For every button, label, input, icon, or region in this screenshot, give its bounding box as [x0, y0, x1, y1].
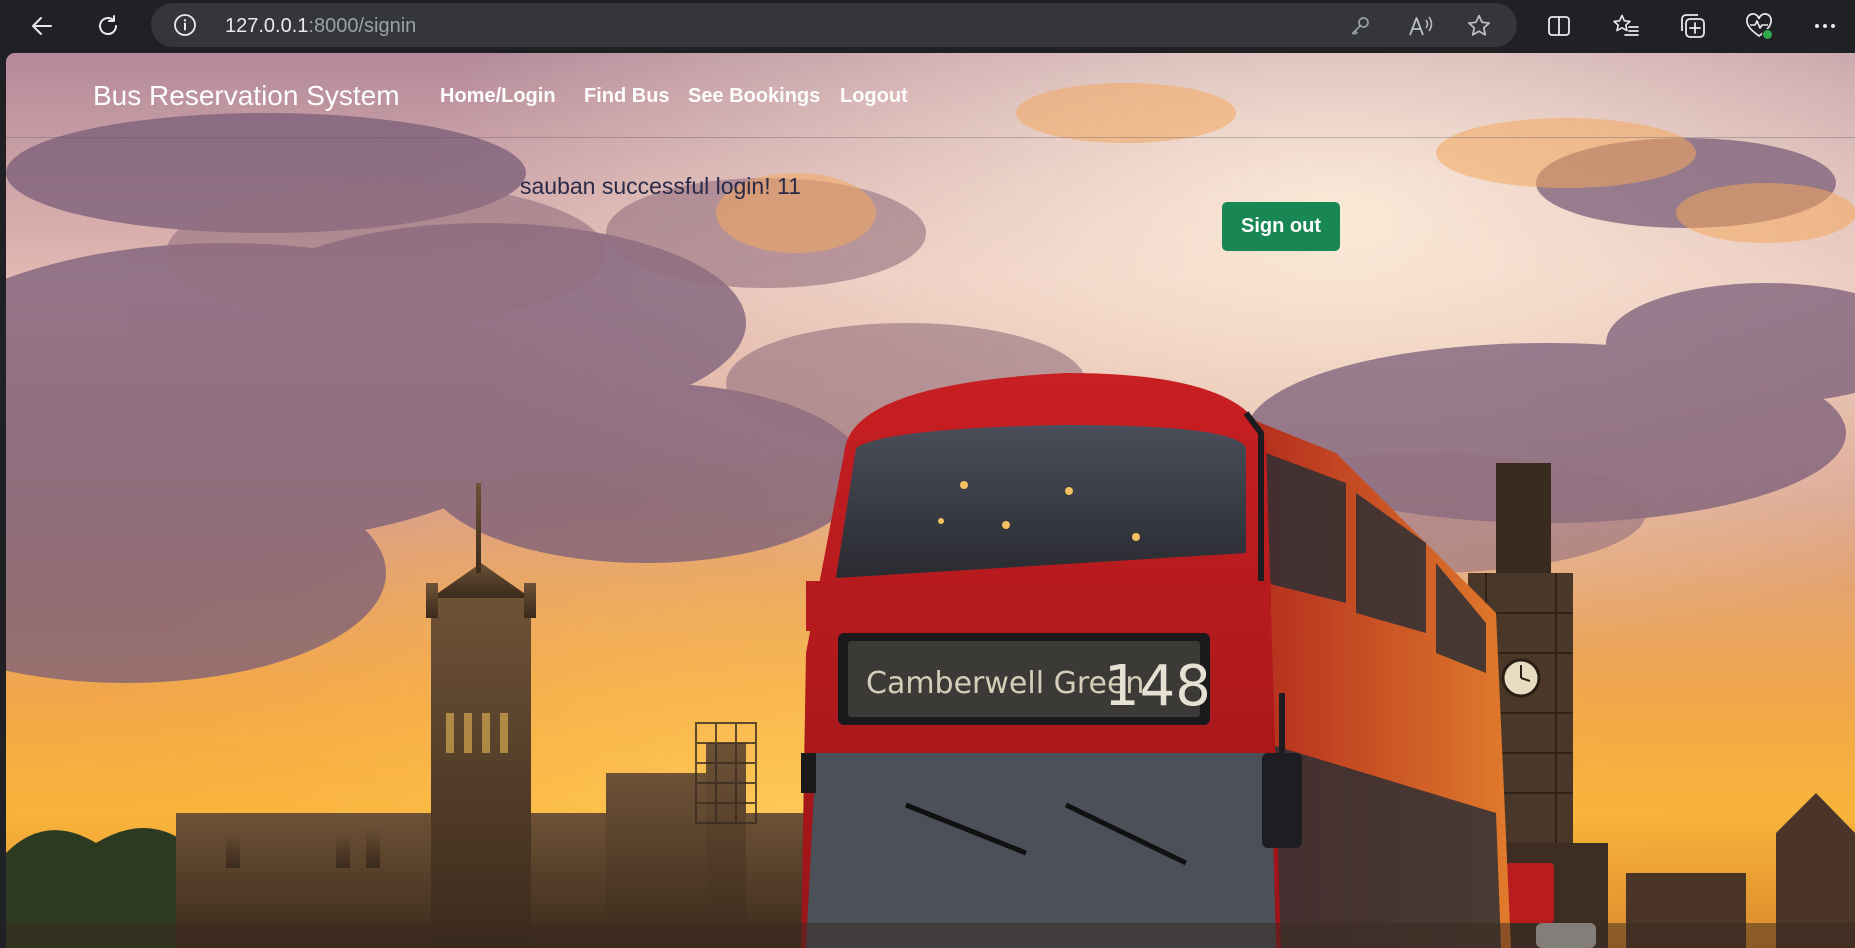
welcome-message: sauban successful login! 11: [520, 173, 801, 199]
url-path: :8000/signin: [308, 15, 417, 37]
refresh-icon: [99, 15, 117, 35]
more-icon: [1815, 24, 1835, 28]
page-viewport: Camberwell Green 148 Bus Reservation Sys…: [6, 53, 1855, 948]
favorites-button[interactable]: [1608, 8, 1644, 44]
nav-link-find-bus[interactable]: Find Bus: [584, 85, 670, 108]
nav-link-see-bookings[interactable]: See Bookings: [688, 85, 820, 108]
address-bar[interactable]: 127.0.0.1:8000/signin: [151, 3, 1517, 47]
status-dot: [1762, 29, 1773, 40]
site-info-button[interactable]: [173, 13, 197, 37]
password-button[interactable]: [1346, 12, 1374, 40]
favorite-button[interactable]: [1465, 12, 1493, 40]
brand-title[interactable]: Bus Reservation System: [93, 80, 400, 112]
more-button[interactable]: [1807, 8, 1843, 44]
url-host: 127.0.0.1: [225, 15, 309, 37]
read-aloud-icon: [1409, 16, 1433, 36]
url-text[interactable]: 127.0.0.1:8000/signin: [225, 15, 416, 38]
info-icon: [174, 14, 196, 36]
favorites-icon: [1613, 14, 1639, 36]
back-button[interactable]: [24, 8, 60, 44]
refresh-button[interactable]: [90, 8, 126, 44]
sign-out-button[interactable]: Sign out: [1222, 202, 1340, 251]
bus-destination: Camberwell Green: [866, 666, 1144, 701]
browser-essentials-button[interactable]: [1741, 8, 1777, 44]
split-screen-button[interactable]: [1541, 8, 1577, 44]
split-screen-icon: [1548, 16, 1570, 36]
key-icon: [1351, 17, 1369, 35]
nav-link-logout[interactable]: Logout: [840, 85, 908, 108]
read-aloud-button[interactable]: [1407, 12, 1435, 40]
navbar: Bus Reservation System Home/Login Find B…: [6, 53, 1855, 138]
browser-toolbar: 127.0.0.1:8000/signin: [0, 0, 1855, 52]
collections-icon: [1681, 14, 1705, 38]
bus-route-number: 148: [1104, 654, 1211, 719]
star-icon: [1467, 14, 1491, 36]
nav-link-home-login[interactable]: Home/Login: [440, 85, 556, 108]
back-arrow-icon: [32, 17, 52, 35]
background-image: Camberwell Green 148: [6, 53, 1855, 948]
collections-button[interactable]: [1675, 8, 1711, 44]
